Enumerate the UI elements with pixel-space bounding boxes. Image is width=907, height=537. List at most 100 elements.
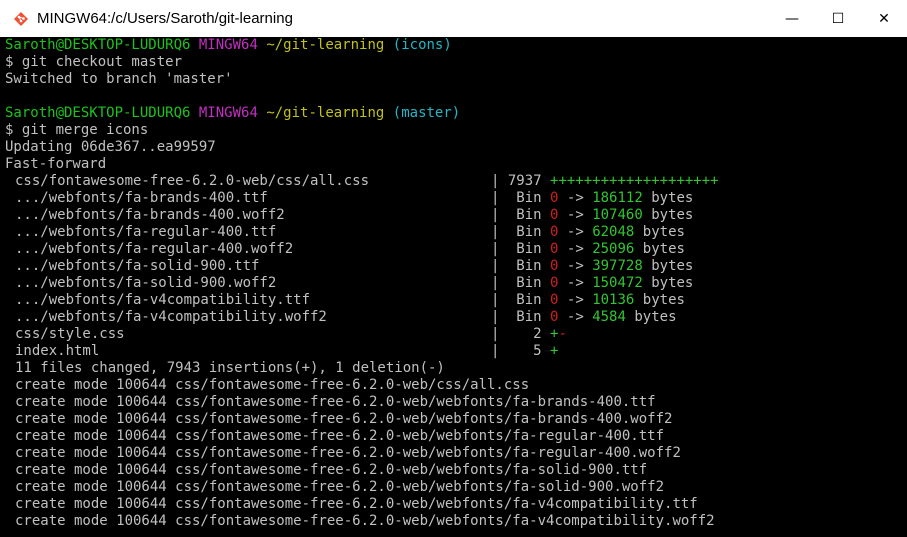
diffstat-from: 0 [550, 190, 559, 206]
diffstat-separator: | 7937 ++++++++++++++++++++ [491, 173, 719, 189]
minimize-button[interactable]: — [769, 0, 815, 37]
prompt-line: Saroth@DESKTOP-LUDURQ6 MINGW64 ~/git-lea… [5, 37, 452, 54]
create-mode-line: create mode 100644 css/fontawesome-free-… [15, 377, 530, 393]
diffstat-file: index.html [15, 343, 100, 359]
output-line: Updating 06de367..ea99597 [5, 139, 216, 155]
diffstat-to: 107460 [592, 207, 643, 223]
diffstat-count: 7937 [507, 173, 542, 189]
diffstat-count: 5 [507, 343, 542, 359]
diffstat-to: 25096 [592, 241, 635, 257]
diffstat-arrow: -> [566, 224, 584, 240]
diffstat-insertions: + [550, 343, 559, 359]
diffstat-to: 10136 [592, 292, 635, 308]
output-line: Fast-forward [5, 156, 107, 172]
diffstat-row: .../webfonts/fa-brands-400.ttf | Bin 0 ->… [15, 190, 693, 207]
create-mode-line: create mode 100644 css/fontawesome-free-… [15, 462, 648, 478]
diffstat-row: .../webfonts/fa-solid-900.woff2 | Bin 0 -… [15, 275, 693, 292]
diffstat-file: .../webfonts/fa-v4compatibility.woff2 [15, 309, 327, 325]
git-logo-icon [13, 11, 29, 27]
diffstat-separator: | Bin 0 -> 107460 bytes [491, 207, 694, 223]
diffstat-to: 150472 [592, 275, 643, 291]
create-mode-line: create mode 100644 css/fontawesome-free-… [15, 411, 673, 427]
diffstat-file: .../webfonts/fa-regular-400.ttf [15, 224, 277, 240]
command-line: $ git checkout master [5, 54, 183, 70]
diffstat-file: .../webfonts/fa-solid-900.woff2 [15, 275, 277, 291]
terminal-output[interactable]: Saroth@DESKTOP-LUDURQ6 MINGW64 ~/git-lea… [0, 37, 907, 537]
diffstat-from: 0 [550, 275, 559, 291]
diffstat-unit: bytes [651, 258, 694, 274]
diffstat-separator: | Bin 0 -> 4584 bytes [491, 309, 677, 325]
diffstat-unit: bytes [642, 241, 685, 257]
prompt-system: MINGW64 [198, 37, 258, 53]
diffstat-bin: Bin [516, 258, 542, 274]
diffstat-row: index.html | 5 + [15, 343, 558, 360]
diffstat-bin: Bin [516, 190, 542, 206]
diffstat-bin: Bin [516, 224, 542, 240]
diffstat-arrow: -> [566, 190, 584, 206]
prompt-line: Saroth@DESKTOP-LUDURQ6 MINGW64 ~/git-lea… [5, 105, 460, 122]
diffstat-separator: | Bin 0 -> 10136 bytes [491, 292, 685, 308]
diffstat-unit: bytes [651, 275, 694, 291]
diffstat-to: 62048 [592, 224, 635, 240]
window-title: MINGW64:/c/Users/Saroth/git-learning [37, 10, 293, 27]
prompt-path: ~/git-learning [266, 105, 385, 121]
diffstat-to: 4584 [592, 309, 626, 325]
prompt-branch: (icons) [392, 37, 452, 53]
diffstat-bin: Bin [516, 241, 542, 257]
diffstat-from: 0 [550, 241, 559, 257]
diffstat-arrow: -> [566, 207, 584, 223]
prompt-user: Saroth@DESKTOP-LUDURQ6 [5, 37, 191, 53]
diffstat-count: 2 [507, 326, 542, 342]
close-icon: ✕ [878, 10, 890, 27]
diffstat-arrow: -> [566, 258, 584, 274]
diffstat-row: .../webfonts/fa-solid-900.ttf | Bin 0 -> … [15, 258, 693, 275]
diffstat-row: .../webfonts/fa-brands-400.woff2 | Bin 0 … [15, 207, 693, 224]
diffstat-row: .../webfonts/fa-v4compatibility.ttf | Bin… [15, 292, 685, 309]
create-mode-line: create mode 100644 css/fontawesome-free-… [15, 428, 665, 444]
prompt-branch: (master) [392, 105, 461, 121]
diffstat-file: .../webfonts/fa-brands-400.woff2 [15, 207, 285, 223]
diffstat-file: .../webfonts/fa-solid-900.ttf [15, 258, 260, 274]
diffstat-arrow: -> [566, 309, 584, 325]
diffstat-from: 0 [550, 207, 559, 223]
prompt-user: Saroth@DESKTOP-LUDURQ6 [5, 105, 191, 121]
diffstat-to: 186112 [592, 190, 643, 206]
maximize-icon: ☐ [831, 10, 845, 27]
diffstat-unit: bytes [642, 224, 685, 240]
diffstat-separator: | 5 + [491, 343, 559, 359]
diffstat-bin: Bin [516, 207, 542, 223]
diffstat-file: .../webfonts/fa-regular-400.woff2 [15, 241, 294, 257]
diffstat-arrow: -> [566, 241, 584, 257]
diffstat-row: .../webfonts/fa-regular-400.ttf | Bin 0 -… [15, 224, 685, 241]
diffstat-separator: | Bin 0 -> 150472 bytes [491, 275, 694, 291]
diffstat-arrow: -> [566, 275, 584, 291]
diffstat-bin: Bin [516, 275, 542, 291]
create-mode-line: create mode 100644 css/fontawesome-free-… [15, 496, 698, 512]
diffstat-separator: | Bin 0 -> 186112 bytes [491, 190, 694, 206]
output-line: Switched to branch 'master' [5, 71, 233, 87]
diffstat-separator: | 2 +- [491, 326, 567, 342]
create-mode-line: create mode 100644 css/fontawesome-free-… [15, 394, 656, 410]
diffstat-unit: bytes [651, 207, 694, 223]
diffstat-unit: bytes [642, 292, 685, 308]
prompt-path: ~/git-learning [266, 37, 385, 53]
create-mode-line: create mode 100644 css/fontawesome-free-… [15, 479, 665, 495]
diffstat-bin: Bin [516, 309, 542, 325]
window-controls: — ☐ ✕ [769, 0, 907, 37]
diffstat-from: 0 [550, 224, 559, 240]
create-mode-line: create mode 100644 css/fontawesome-free-… [15, 513, 715, 529]
diffstat-file: .../webfonts/fa-v4compatibility.ttf [15, 292, 311, 308]
diffstat-row: css/style.css | 2 +- [15, 326, 567, 343]
title-bar[interactable]: MINGW64:/c/Users/Saroth/git-learning — ☐… [0, 0, 907, 37]
diffstat-separator: | Bin 0 -> 62048 bytes [491, 224, 685, 240]
close-button[interactable]: ✕ [861, 0, 907, 37]
diffstat-row: css/fontawesome-free-6.2.0-web/css/all.c… [15, 173, 719, 190]
diffstat-arrow: -> [566, 292, 584, 308]
diffstat-to: 397728 [592, 258, 643, 274]
maximize-button[interactable]: ☐ [815, 0, 861, 37]
diffstat-bin: Bin [516, 292, 542, 308]
diffstat-unit: bytes [651, 190, 694, 206]
diffstat-separator: | Bin 0 -> 397728 bytes [491, 258, 694, 274]
diffstat-from: 0 [550, 292, 559, 308]
summary-line: 11 files changed, 7943 insertions(+), 1 … [15, 360, 445, 376]
